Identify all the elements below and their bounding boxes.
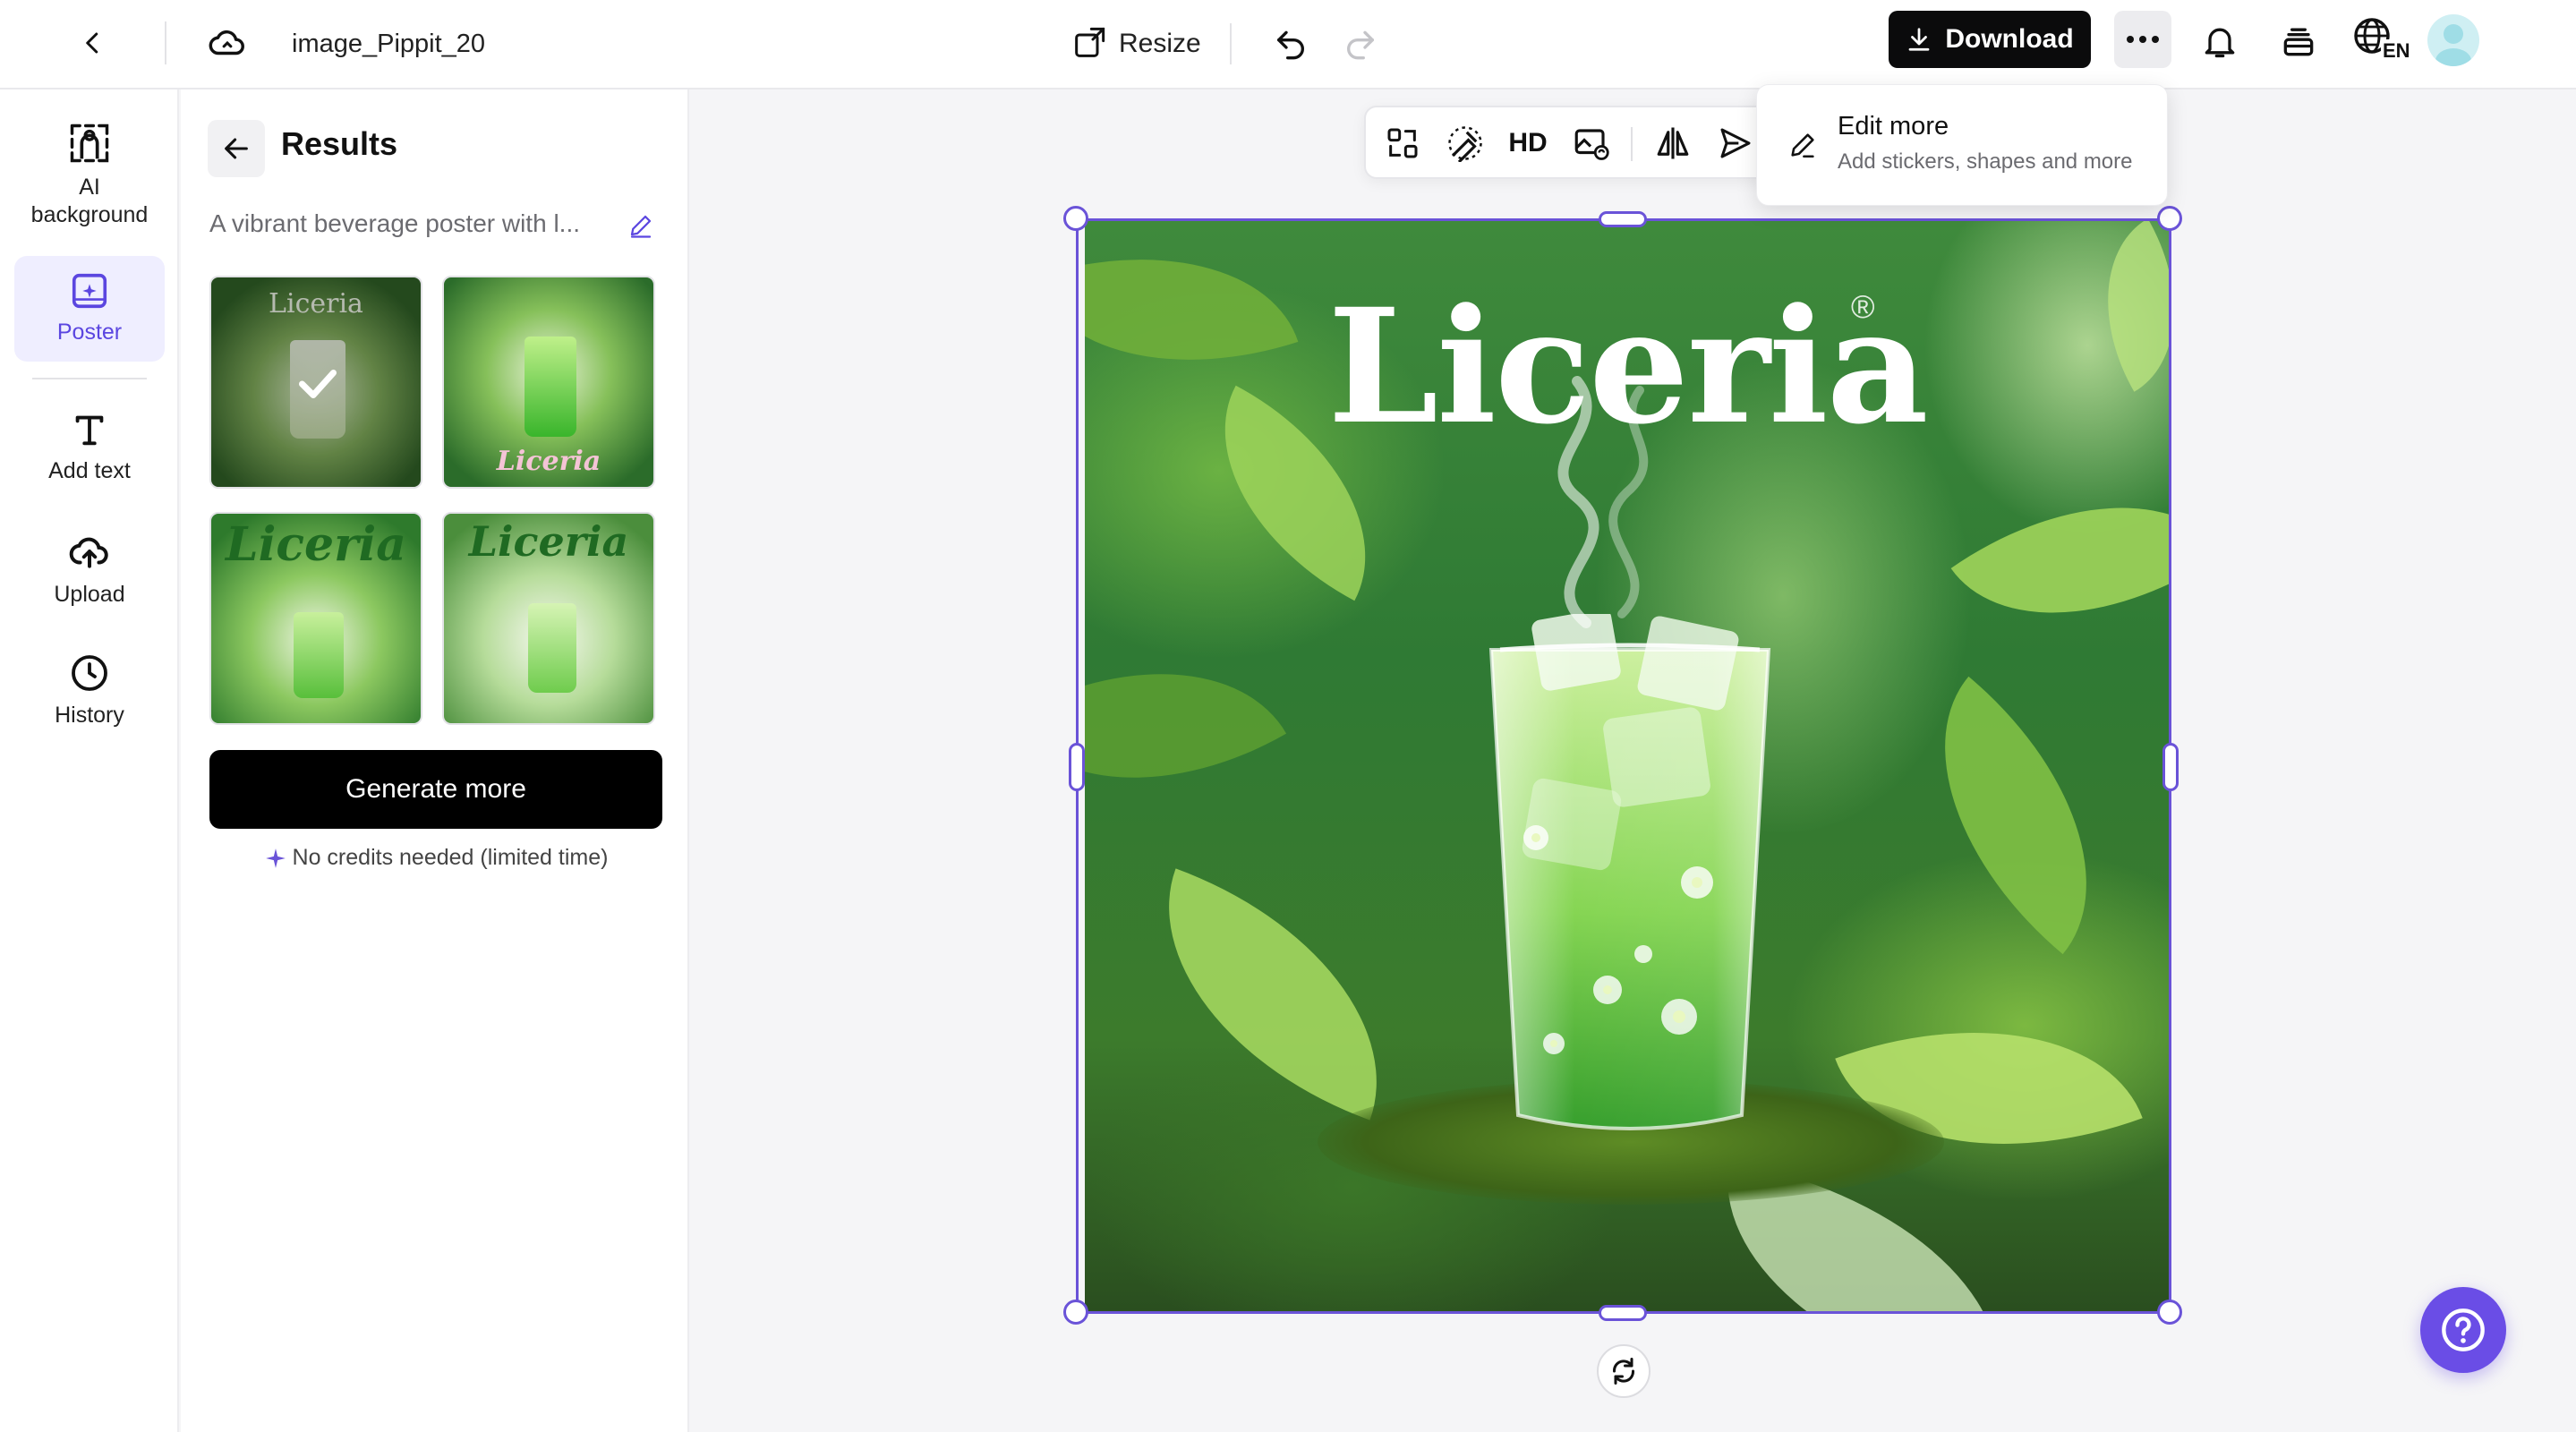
more-dots-icon <box>2127 36 2159 43</box>
thumbnail-brand-text: Liceria <box>496 446 601 477</box>
hd-icon[interactable]: HD <box>1506 121 1550 166</box>
toolbar-divider <box>1631 127 1633 161</box>
pencil-icon <box>1791 133 1814 158</box>
results-title: Results <box>281 125 398 162</box>
arrow-left-icon <box>225 138 248 159</box>
resize-icon <box>1075 27 1105 57</box>
clock-icon <box>72 655 107 692</box>
rail-label: Poster <box>56 320 123 345</box>
edit-more-menu[interactable]: Edit more Add stickers, shapes and more <box>1756 84 2168 206</box>
project-title[interactable]: image_Pippit_20 <box>292 21 485 66</box>
upload-cloud-icon <box>69 537 108 569</box>
rotate-button[interactable] <box>1597 1344 1651 1398</box>
leaf-decoration <box>1871 676 2161 955</box>
resize-handle-top-right[interactable] <box>2157 206 2182 231</box>
expand-icon[interactable] <box>1380 121 1425 166</box>
edit-more-title: Edit more <box>1838 112 1949 141</box>
thumbnail-glass <box>525 337 576 437</box>
ai-background-icon <box>70 124 109 162</box>
rail-item-history[interactable]: History <box>14 637 165 745</box>
poster-icon <box>72 274 107 309</box>
results-back-button[interactable] <box>208 120 265 177</box>
image-replace-icon[interactable] <box>1568 121 1613 166</box>
download-icon <box>1908 28 1930 51</box>
more-options-button[interactable] <box>2114 11 2171 68</box>
leaf-decoration <box>1085 601 1287 850</box>
question-icon <box>2442 1308 2485 1351</box>
rail-item-upload[interactable]: Upload <box>14 516 165 623</box>
resize-handle-bottom-left[interactable] <box>1063 1300 1088 1325</box>
cloud-sync-icon[interactable] <box>200 16 254 70</box>
resize-handle-bottom[interactable] <box>1599 1305 1647 1321</box>
thumbnail-brand-text: Liceria <box>468 517 629 566</box>
layers-stack-icon[interactable] <box>2272 14 2325 68</box>
image-toolbar: HD <box>1364 106 1772 179</box>
result-thumbnail-4[interactable]: Liceria <box>442 512 655 725</box>
edit-more-subtitle: Add stickers, shapes and more <box>1838 149 2133 174</box>
result-thumbnail-1[interactable]: Liceria <box>209 276 422 489</box>
rail-item-ai-background[interactable]: AI background <box>14 111 165 238</box>
rotate-icon <box>1613 1358 1634 1385</box>
redo-icon[interactable] <box>1334 16 1387 70</box>
rail-item-poster[interactable]: Poster <box>14 256 165 362</box>
download-label: Download <box>1945 24 2074 54</box>
send-icon[interactable] <box>1713 121 1758 166</box>
undo-icon[interactable] <box>1264 16 1318 70</box>
user-avatar-icon <box>2435 24 2471 66</box>
sparkle-icon <box>265 848 286 868</box>
resize-label: Resize <box>1119 29 1201 58</box>
resize-handle-left[interactable] <box>1069 743 1085 791</box>
edit-prompt-icon[interactable] <box>625 209 657 242</box>
leaf-decoration <box>1950 434 2170 686</box>
thumbnail-glass <box>294 612 344 698</box>
poster-canvas[interactable]: Liceria ® <box>1085 220 2170 1312</box>
divider <box>165 21 166 64</box>
registered-mark: ® <box>1851 288 1875 325</box>
left-rail: AI background Poster Add text Upload Hist… <box>0 90 179 1432</box>
help-button[interactable] <box>2420 1287 2506 1373</box>
back-arrow-icon[interactable] <box>68 18 118 68</box>
thumbnail-brand-text: Liceria <box>226 517 406 572</box>
credits-text: No credits needed (limited time) <box>292 845 609 870</box>
resize-handle-bottom-right[interactable] <box>2157 1300 2182 1325</box>
avatar[interactable] <box>2427 14 2479 66</box>
result-thumbnail-3[interactable]: Liceria <box>209 512 422 725</box>
language-badge: EN <box>2381 39 2412 63</box>
rail-label: Add text <box>48 458 131 484</box>
credits-note: No credits needed (limited time) <box>209 845 662 871</box>
poster-brand-text[interactable]: Liceria <box>1085 274 2170 459</box>
rail-label: AI background <box>30 174 149 227</box>
generate-more-button[interactable]: Generate more <box>209 750 662 829</box>
rail-item-add-text[interactable]: Add text <box>14 394 165 501</box>
magic-eraser-icon[interactable] <box>1443 121 1488 166</box>
language-globe-icon[interactable]: EN <box>2350 13 2413 70</box>
flip-icon[interactable] <box>1651 121 1695 166</box>
drink-glass <box>1488 614 1771 1130</box>
resize-handle-top[interactable] <box>1599 211 1647 227</box>
resize-handle-right[interactable] <box>2162 743 2179 791</box>
text-icon <box>75 416 104 446</box>
leaf-decoration <box>1117 868 1429 1121</box>
rail-label: History <box>55 703 124 729</box>
selected-check-icon <box>299 370 337 398</box>
resize-button[interactable]: Resize <box>1070 18 1201 70</box>
divider <box>1230 23 1232 64</box>
rail-label: Upload <box>54 582 125 608</box>
resize-handle-top-left[interactable] <box>1063 206 1088 231</box>
results-panel: Results A vibrant beverage poster with l… <box>181 90 689 1432</box>
download-button[interactable]: Download <box>1889 11 2091 68</box>
top-bar: image_Pippit_20 Resize Download EN <box>0 0 2576 90</box>
bell-icon[interactable] <box>2193 14 2247 68</box>
rail-divider <box>32 378 147 379</box>
thumbnail-glass <box>528 603 576 693</box>
result-thumbnail-2[interactable]: Liceria <box>442 276 655 489</box>
prompt-text[interactable]: A vibrant beverage poster with l... <box>209 209 603 238</box>
